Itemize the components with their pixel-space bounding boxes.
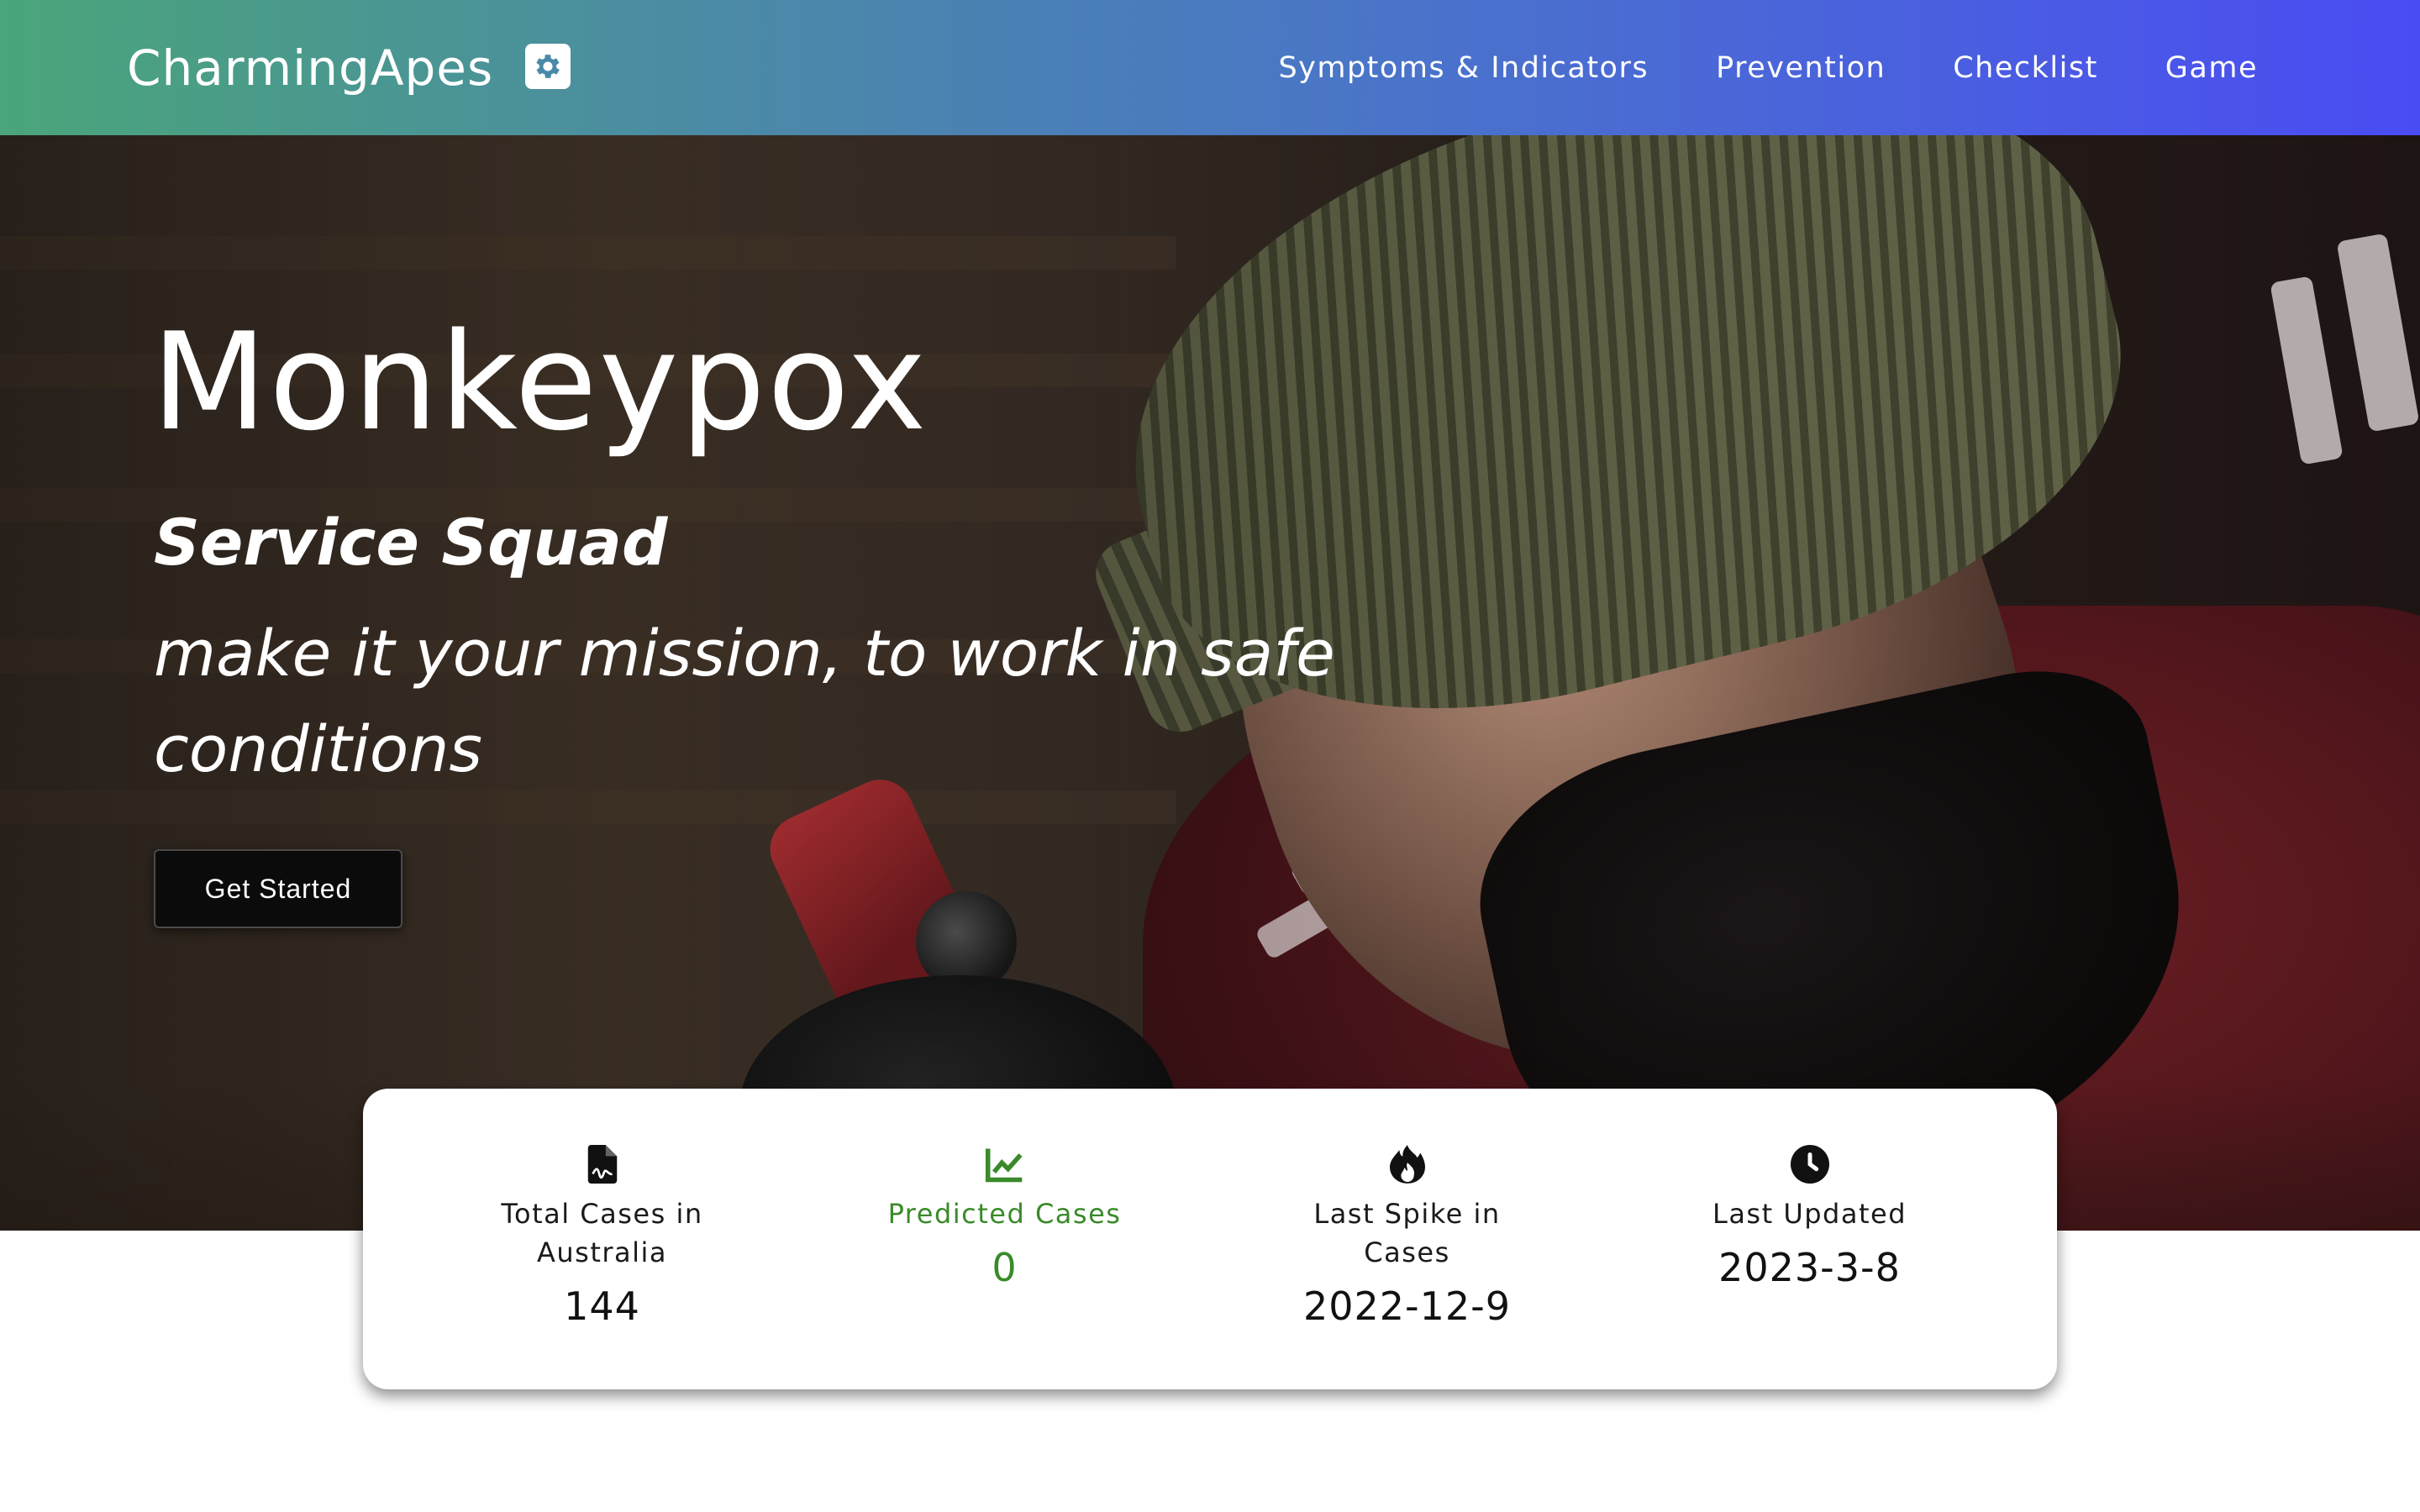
stat-last-spike: Last Spike in Cases 2022-12-9 <box>1206 1089 1608 1389</box>
stat-value: 2022-12-9 <box>1302 1284 1512 1329</box>
get-started-button[interactable]: Get Started <box>154 849 402 928</box>
stat-value: 144 <box>564 1284 640 1329</box>
brand-name[interactable]: CharmingApes <box>127 39 493 97</box>
line-chart-icon <box>985 1144 1025 1184</box>
stat-last-updated: Last Updated 2023-3-8 <box>1608 1089 2011 1389</box>
stat-total-cases: Total Cases in Australia 144 <box>401 1089 803 1389</box>
main-nav: Symptoms & Indicators Prevention Checkli… <box>1278 0 2258 135</box>
stats-card: Total Cases in Australia 144 Predicted C… <box>363 1089 2057 1389</box>
hero-tagline: make it your mission, to work in safe co… <box>154 616 1335 786</box>
gear-icon[interactable] <box>525 43 571 89</box>
top-navbar: CharmingApes Symptoms & Indicators Preve… <box>0 0 2420 135</box>
hero-subtitle: Service Squad <box>154 505 668 580</box>
hero-title: Monkeypox <box>151 303 929 460</box>
fire-icon <box>1387 1144 1428 1184</box>
stat-label: Total Cases in Australia <box>501 1198 703 1268</box>
stat-label: Predicted Cases <box>887 1198 1122 1230</box>
brand[interactable]: CharmingApes <box>127 0 571 135</box>
stat-value: 2023-3-8 <box>1718 1245 1901 1290</box>
stat-label: Last Updated <box>1712 1198 1907 1230</box>
hero-section: Monkeypox Service Squad make it your mis… <box>0 135 2420 1231</box>
stat-value: 0 <box>992 1245 1018 1290</box>
nav-link-checklist[interactable]: Checklist <box>1953 51 2098 85</box>
stat-predicted-cases: Predicted Cases 0 <box>803 1089 1206 1389</box>
clock-icon <box>1790 1144 1830 1184</box>
nav-link-symptoms[interactable]: Symptoms & Indicators <box>1278 51 1649 85</box>
nav-link-game[interactable]: Game <box>2165 51 2258 85</box>
stat-label: Last Spike in Cases <box>1313 1198 1501 1268</box>
nav-link-prevention[interactable]: Prevention <box>1716 51 1886 85</box>
file-chart-icon <box>582 1144 623 1184</box>
